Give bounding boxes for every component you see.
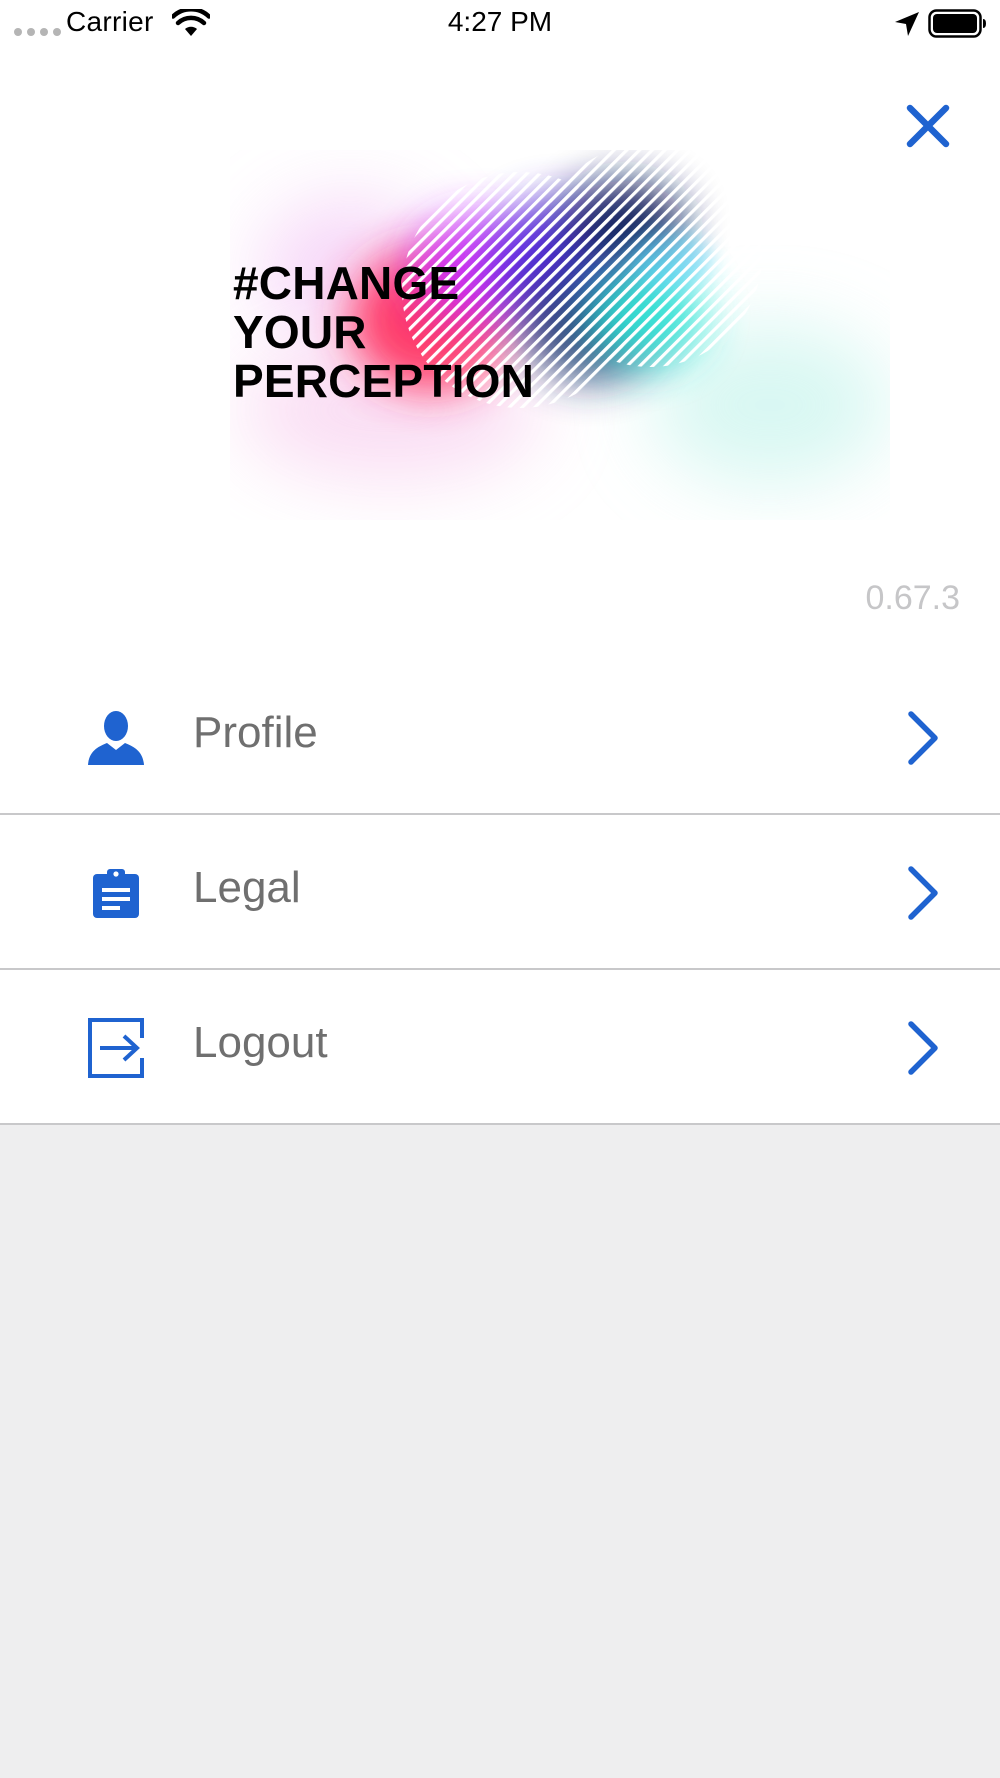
status-time: 4:27 PM (447, 6, 553, 37)
person-icon (88, 708, 144, 768)
menu-list: Profile Legal Logout (0, 660, 1000, 1125)
menu-item-label: Logout (193, 1018, 328, 1067)
chevron-right-icon (908, 711, 938, 765)
battery-icon (928, 9, 986, 38)
location-arrow-icon (895, 12, 919, 36)
hero-slogan: #CHANGE YOUR PERCEPTION (233, 257, 535, 407)
menu-item-label: Legal (193, 863, 301, 912)
settings-screen: Carrier 4:27 PM #CHANGE YOUR PERCEPTION … (0, 0, 1000, 1778)
status-bar: Carrier 4:27 PM (0, 0, 1000, 50)
menu-item-legal[interactable]: Legal (0, 815, 1000, 970)
menu-item-label: Profile (193, 708, 318, 757)
chevron-right-icon (908, 1021, 938, 1075)
logout-icon (88, 1018, 144, 1078)
app-version: 0.67.3 (865, 579, 960, 617)
chevron-right-icon (908, 866, 938, 920)
menu-panel: Carrier 4:27 PM #CHANGE YOUR PERCEPTION … (0, 0, 1000, 1125)
close-icon (906, 104, 950, 148)
menu-item-profile[interactable]: Profile (0, 660, 1000, 815)
clipboard-icon (88, 863, 144, 923)
hero-banner: #CHANGE YOUR PERCEPTION (230, 150, 890, 520)
close-button[interactable] (900, 98, 956, 154)
menu-item-logout[interactable]: Logout (0, 970, 1000, 1125)
